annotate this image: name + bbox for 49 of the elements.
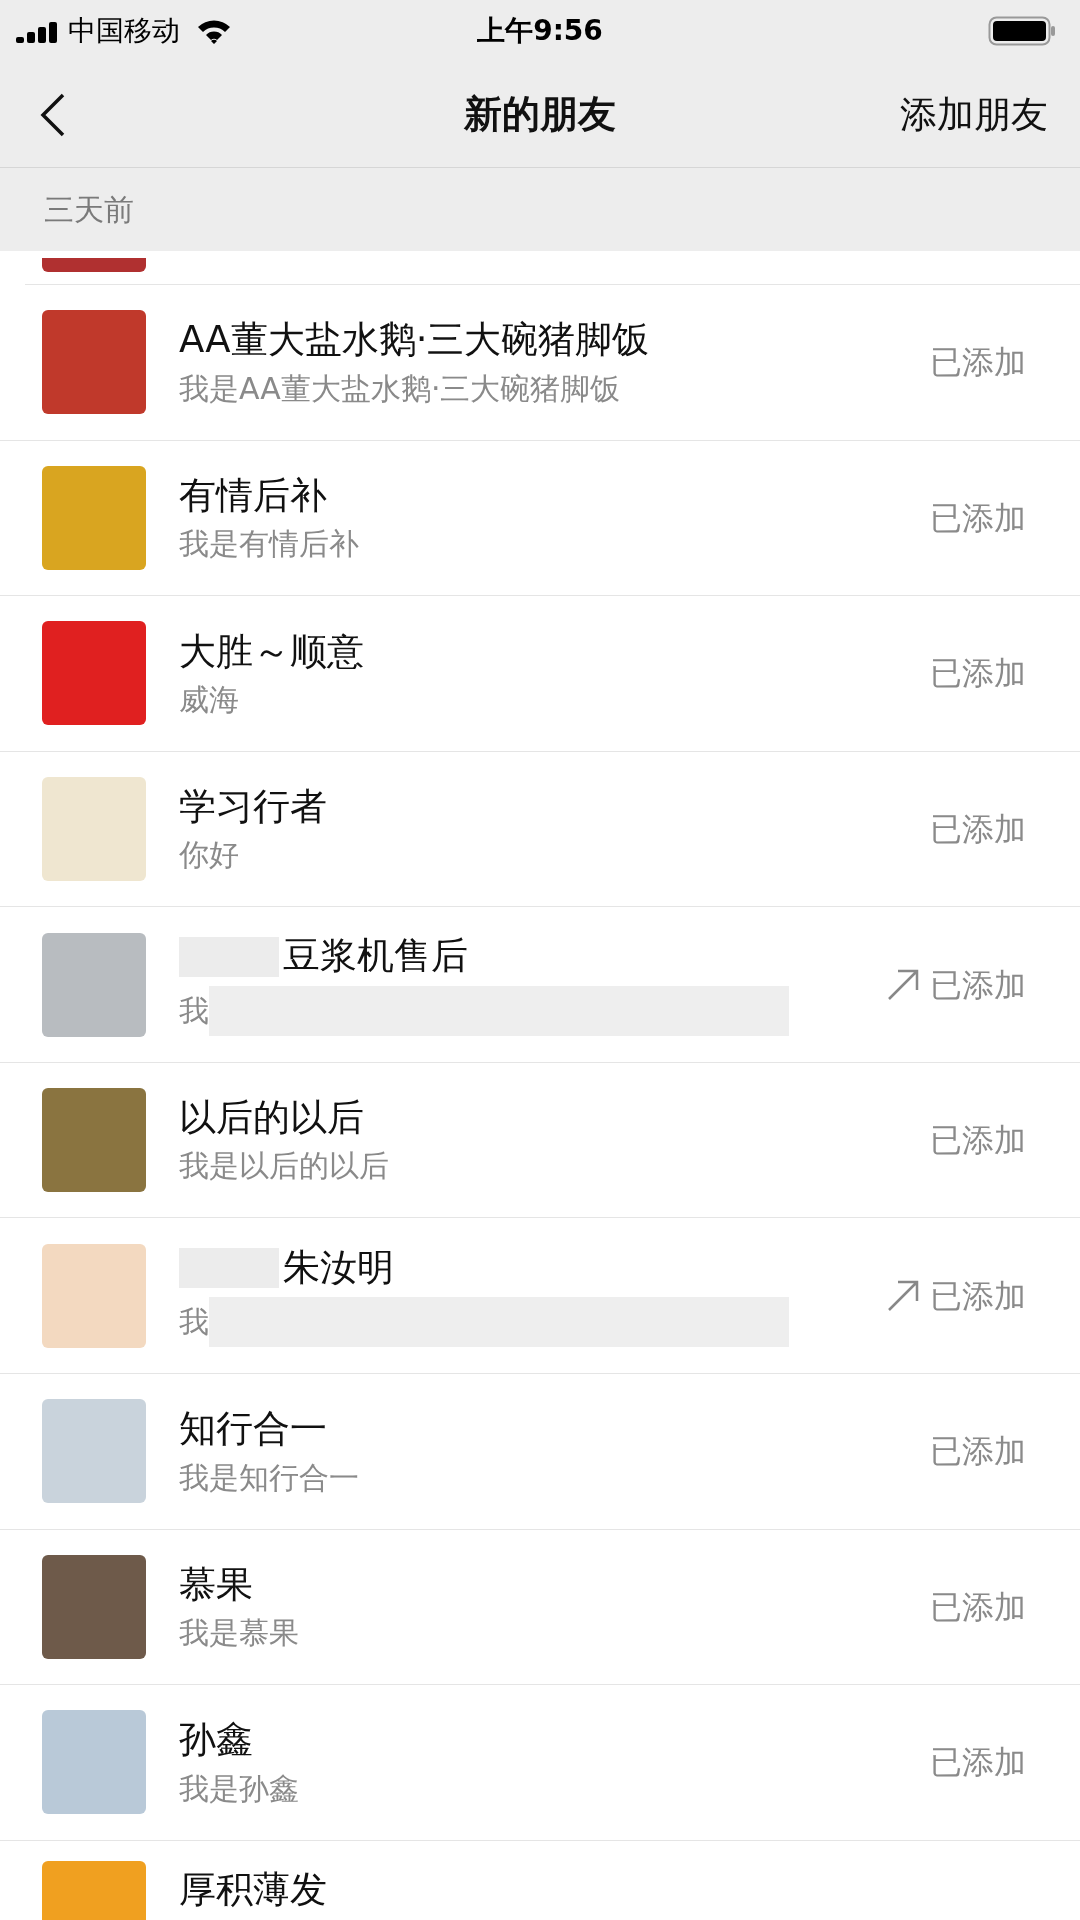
contact-name: 学习行者	[179, 784, 327, 831]
added-status: 已添加	[930, 1431, 1026, 1473]
added-status: 已添加	[930, 808, 1026, 850]
page-title: 新的朋友	[464, 91, 616, 138]
clock-time: 上午9:56	[477, 13, 603, 49]
contact-name: 知行合一	[179, 1406, 327, 1453]
contact-row[interactable]: 以后的以后 我是以后的以后 已添加	[0, 1062, 1080, 1219]
contact-name: 孙鑫	[179, 1717, 253, 1764]
section-header: 三天前	[44, 191, 134, 229]
contact-row[interactable]: 有情后补 我是有情后补 已添加	[0, 440, 1080, 597]
added-status: 已添加	[930, 1742, 1026, 1784]
contact-row[interactable]: 学习行者 你好 已添加	[0, 751, 1080, 908]
request-message: 我是孙鑫	[179, 1769, 299, 1808]
added-status: 已添加	[930, 964, 1026, 1006]
request-message: 你好	[179, 836, 239, 874]
contact-row[interactable]: 慕果 我是慕果 已添加	[0, 1529, 1080, 1686]
request-message: 我	[179, 1303, 209, 1341]
contact-row[interactable]: 孙鑫 我是孙鑫 已添加	[0, 1685, 1080, 1841]
carrier-name: 中国移动	[68, 13, 180, 49]
added-status: 已添加	[930, 497, 1026, 539]
contact-row[interactable]: 朱汝明 我 已添加	[0, 1218, 1080, 1374]
contact-name: 厚积薄发	[179, 1866, 327, 1913]
contact-name: 慕果	[179, 1561, 253, 1608]
back-chevron-icon	[40, 92, 66, 137]
added-status: 已添加	[930, 1120, 1026, 1162]
added-status: 已添加	[930, 1586, 1026, 1628]
request-message: 我是慕果	[179, 1614, 299, 1652]
contact-name: 豆浆机售后	[283, 933, 468, 980]
request-message: 我是AA董大盐水鹅·三大碗猪脚饭	[179, 369, 621, 408]
battery-icon	[988, 16, 1056, 46]
add-friends-button[interactable]: 添加朋友	[900, 86, 1048, 143]
request-message: 威海	[179, 680, 239, 719]
request-message: 我	[179, 991, 209, 1030]
request-message: 我是知行合一	[179, 1458, 359, 1497]
contact-name: 以后的以后	[179, 1095, 364, 1142]
contact-name: 朱汝明	[283, 1244, 394, 1291]
added-status: 已添加	[930, 1275, 1026, 1317]
contact-row[interactable]: 大胜～顺意 威海 已添加	[0, 596, 1080, 752]
added-status: 已添加	[930, 653, 1026, 695]
contact-name: 大胜～顺意	[179, 628, 364, 675]
contact-name: AA董大盐水鹅·三大碗猪脚饭	[179, 317, 650, 364]
contact-row[interactable]: AA董大盐水鹅·三大碗猪脚饭 我是AA董大盐水鹅·三大碗猪脚饭 已添加	[0, 285, 1080, 441]
signal-icon	[16, 19, 60, 43]
request-message: 我是以后的以后	[179, 1147, 389, 1185]
contact-row[interactable]: 知行合一 我是知行合一 已添加	[0, 1373, 1080, 1530]
contact-name: 有情后补	[179, 472, 327, 519]
added-status: 已添加	[930, 342, 1026, 384]
request-message: 我是有情后补	[179, 525, 359, 563]
contact-row[interactable]: 豆浆机售后 我 已添加	[0, 907, 1080, 1063]
